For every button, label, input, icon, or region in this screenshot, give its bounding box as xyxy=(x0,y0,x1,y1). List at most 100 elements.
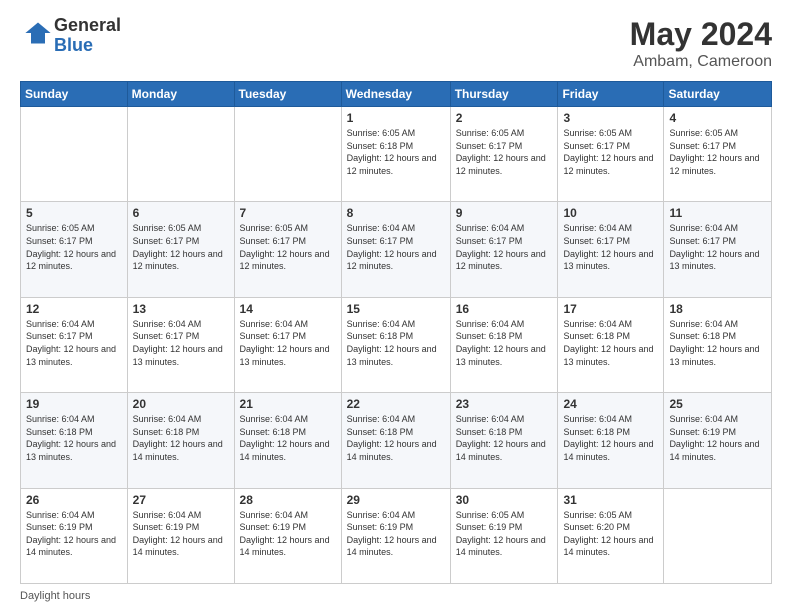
title-area: May 2024 Ambam, Cameroon xyxy=(630,16,772,71)
day-info: Sunrise: 6:04 AM Sunset: 6:17 PM Dayligh… xyxy=(240,318,336,368)
day-info: Sunrise: 6:05 AM Sunset: 6:17 PM Dayligh… xyxy=(563,127,658,177)
location-title: Ambam, Cameroon xyxy=(630,53,772,71)
day-header-saturday: Saturday xyxy=(664,82,772,107)
day-number: 3 xyxy=(563,111,658,125)
logo: General Blue xyxy=(20,16,121,56)
calendar-cell xyxy=(21,107,128,202)
calendar-cell: 12 Sunrise: 6:04 AM Sunset: 6:17 PM Dayli… xyxy=(21,297,128,392)
calendar-cell: 10 Sunrise: 6:04 AM Sunset: 6:17 PM Dayli… xyxy=(558,202,664,297)
calendar-week-5: 26 Sunrise: 6:04 AM Sunset: 6:19 PM Dayli… xyxy=(21,488,772,583)
day-info: Sunrise: 6:05 AM Sunset: 6:18 PM Dayligh… xyxy=(347,127,445,177)
calendar-cell: 26Sunrise: 6:04 AM Sunset: 6:19 PM Dayli… xyxy=(21,488,128,583)
day-info: Sunrise: 6:05 AM Sunset: 6:17 PM Dayligh… xyxy=(133,222,229,272)
day-info: Sunrise: 6:04 AM Sunset: 6:18 PM Dayligh… xyxy=(669,318,766,368)
calendar-cell: 15Sunrise: 6:04 AM Sunset: 6:18 PM Dayli… xyxy=(341,297,450,392)
calendar: SundayMondayTuesdayWednesdayThursdayFrid… xyxy=(20,81,772,584)
day-info: Sunrise: 6:04 AM Sunset: 6:17 PM Dayligh… xyxy=(133,318,229,368)
day-number: 28 xyxy=(240,493,336,507)
day-info: Sunrise: 6:04 AM Sunset: 6:18 PM Dayligh… xyxy=(563,318,658,368)
calendar-cell: 6 Sunrise: 6:05 AM Sunset: 6:17 PM Daylig… xyxy=(127,202,234,297)
calendar-cell: 25 Sunrise: 6:04 AM Sunset: 6:19 PM Dayli… xyxy=(664,393,772,488)
day-header-wednesday: Wednesday xyxy=(341,82,450,107)
day-number: 31 xyxy=(563,493,658,507)
day-header-friday: Friday xyxy=(558,82,664,107)
day-number: 10 xyxy=(563,206,658,220)
day-number: 20 xyxy=(133,397,229,411)
calendar-cell: 20 Sunrise: 6:04 AM Sunset: 6:18 PM Dayli… xyxy=(127,393,234,488)
header: General Blue May 2024 Ambam, Cameroon xyxy=(20,16,772,71)
day-info: Sunrise: 6:04 AM Sunset: 6:17 PM Dayligh… xyxy=(669,222,766,272)
day-info: Sunrise: 6:05 AM Sunset: 6:17 PM Dayligh… xyxy=(456,127,553,177)
day-number: 13 xyxy=(133,302,229,316)
calendar-cell: 9 Sunrise: 6:04 AM Sunset: 6:17 PM Daylig… xyxy=(450,202,558,297)
logo-icon xyxy=(24,19,52,47)
calendar-cell: 14Sunrise: 6:04 AM Sunset: 6:17 PM Dayli… xyxy=(234,297,341,392)
day-number: 19 xyxy=(26,397,122,411)
calendar-week-2: 5 Sunrise: 6:05 AM Sunset: 6:17 PM Daylig… xyxy=(21,202,772,297)
day-info: Sunrise: 6:04 AM Sunset: 6:18 PM Dayligh… xyxy=(347,413,445,463)
day-number: 9 xyxy=(456,206,553,220)
day-info: Sunrise: 6:04 AM Sunset: 6:19 PM Dayligh… xyxy=(347,509,445,559)
day-number: 30 xyxy=(456,493,553,507)
day-header-tuesday: Tuesday xyxy=(234,82,341,107)
calendar-cell: 5Sunrise: 6:05 AM Sunset: 6:17 PM Daylig… xyxy=(21,202,128,297)
day-info: Sunrise: 6:05 AM Sunset: 6:19 PM Dayligh… xyxy=(456,509,553,559)
calendar-cell xyxy=(664,488,772,583)
day-header-thursday: Thursday xyxy=(450,82,558,107)
day-number: 15 xyxy=(347,302,445,316)
day-info: Sunrise: 6:04 AM Sunset: 6:17 PM Dayligh… xyxy=(563,222,658,272)
day-info: Sunrise: 6:04 AM Sunset: 6:18 PM Dayligh… xyxy=(456,318,553,368)
calendar-cell: 29Sunrise: 6:04 AM Sunset: 6:19 PM Dayli… xyxy=(341,488,450,583)
calendar-cell: 13 Sunrise: 6:04 AM Sunset: 6:17 PM Dayli… xyxy=(127,297,234,392)
day-info: Sunrise: 6:04 AM Sunset: 6:17 PM Dayligh… xyxy=(456,222,553,272)
calendar-cell: 7Sunrise: 6:05 AM Sunset: 6:17 PM Daylig… xyxy=(234,202,341,297)
calendar-cell: 22 Sunrise: 6:04 AM Sunset: 6:18 PM Dayli… xyxy=(341,393,450,488)
day-info: Sunrise: 6:04 AM Sunset: 6:18 PM Dayligh… xyxy=(456,413,553,463)
calendar-cell: 1 Sunrise: 6:05 AM Sunset: 6:18 PM Daylig… xyxy=(341,107,450,202)
calendar-cell: 2Sunrise: 6:05 AM Sunset: 6:17 PM Daylig… xyxy=(450,107,558,202)
day-info: Sunrise: 6:05 AM Sunset: 6:20 PM Dayligh… xyxy=(563,509,658,559)
day-info: Sunrise: 6:04 AM Sunset: 6:18 PM Dayligh… xyxy=(240,413,336,463)
day-number: 1 xyxy=(347,111,445,125)
month-title: May 2024 xyxy=(630,16,772,53)
day-info: Sunrise: 6:04 AM Sunset: 6:17 PM Dayligh… xyxy=(26,318,122,368)
calendar-header-row: SundayMondayTuesdayWednesdayThursdayFrid… xyxy=(21,82,772,107)
day-number: 22 xyxy=(347,397,445,411)
day-number: 12 xyxy=(26,302,122,316)
day-info: Sunrise: 6:04 AM Sunset: 6:19 PM Dayligh… xyxy=(133,509,229,559)
calendar-cell: 27Sunrise: 6:04 AM Sunset: 6:19 PM Dayli… xyxy=(127,488,234,583)
logo-blue: Blue xyxy=(54,35,93,55)
day-header-monday: Monday xyxy=(127,82,234,107)
calendar-week-3: 12 Sunrise: 6:04 AM Sunset: 6:17 PM Dayli… xyxy=(21,297,772,392)
calendar-cell: 8 Sunrise: 6:04 AM Sunset: 6:17 PM Daylig… xyxy=(341,202,450,297)
day-info: Sunrise: 6:04 AM Sunset: 6:17 PM Dayligh… xyxy=(347,222,445,272)
day-info: Sunrise: 6:04 AM Sunset: 6:18 PM Dayligh… xyxy=(563,413,658,463)
day-info: Sunrise: 6:04 AM Sunset: 6:18 PM Dayligh… xyxy=(133,413,229,463)
calendar-cell: 17 Sunrise: 6:04 AM Sunset: 6:18 PM Dayli… xyxy=(558,297,664,392)
calendar-cell: 3 Sunrise: 6:05 AM Sunset: 6:17 PM Daylig… xyxy=(558,107,664,202)
calendar-week-4: 19 Sunrise: 6:04 AM Sunset: 6:18 PM Dayli… xyxy=(21,393,772,488)
day-number: 25 xyxy=(669,397,766,411)
day-number: 7 xyxy=(240,206,336,220)
day-number: 24 xyxy=(563,397,658,411)
logo-text: General Blue xyxy=(54,16,121,56)
day-info: Sunrise: 6:04 AM Sunset: 6:19 PM Dayligh… xyxy=(669,413,766,463)
day-info: Sunrise: 6:05 AM Sunset: 6:17 PM Dayligh… xyxy=(669,127,766,177)
calendar-cell: 19Sunrise: 6:04 AM Sunset: 6:18 PM Dayli… xyxy=(21,393,128,488)
calendar-week-1: 1 Sunrise: 6:05 AM Sunset: 6:18 PM Daylig… xyxy=(21,107,772,202)
day-number: 26 xyxy=(26,493,122,507)
calendar-cell: 30 Sunrise: 6:05 AM Sunset: 6:19 PM Dayli… xyxy=(450,488,558,583)
calendar-cell: 21 Sunrise: 6:04 AM Sunset: 6:18 PM Dayli… xyxy=(234,393,341,488)
footer-note: Daylight hours xyxy=(20,590,772,602)
logo-general: General xyxy=(54,15,121,35)
day-number: 21 xyxy=(240,397,336,411)
day-number: 8 xyxy=(347,206,445,220)
day-number: 5 xyxy=(26,206,122,220)
day-number: 4 xyxy=(669,111,766,125)
day-number: 6 xyxy=(133,206,229,220)
day-info: Sunrise: 6:04 AM Sunset: 6:19 PM Dayligh… xyxy=(240,509,336,559)
day-number: 17 xyxy=(563,302,658,316)
calendar-cell: 24 Sunrise: 6:04 AM Sunset: 6:18 PM Dayli… xyxy=(558,393,664,488)
day-number: 11 xyxy=(669,206,766,220)
calendar-cell: 28 Sunrise: 6:04 AM Sunset: 6:19 PM Dayli… xyxy=(234,488,341,583)
